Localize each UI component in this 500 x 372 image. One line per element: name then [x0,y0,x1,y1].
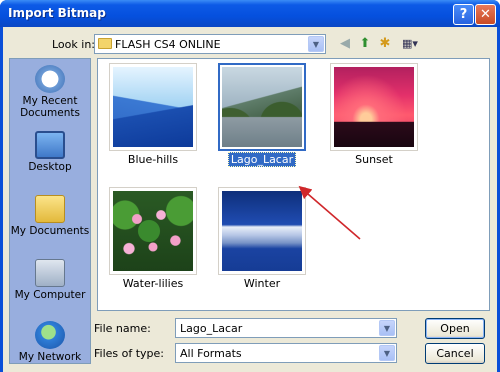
help-button[interactable]: ? [453,4,474,25]
views-menu-icon[interactable]: ▦▾ [399,36,421,52]
file-name-value: Lago_Lacar [180,322,243,335]
file-type-select[interactable]: All Formats ▼ [175,343,397,363]
chevron-down-icon[interactable]: ▼ [308,36,324,52]
place-my-documents[interactable]: My Documents [10,195,90,237]
chevron-down-icon[interactable]: ▼ [379,345,395,361]
recent-documents-icon [35,65,65,93]
my-computer-icon [35,259,65,287]
dialog-title: Import Bitmap [8,6,106,20]
place-label: My Documents [10,225,90,237]
look-in-label: Look in: [52,38,95,51]
my-documents-icon [35,195,65,223]
chevron-down-icon[interactable]: ▼ [379,320,395,336]
place-my-network[interactable]: My Network [10,321,90,363]
dialog-body: Look in: FLASH CS4 ONLINE ▼ ◀ ⬆ ✱ ▦▾ My … [3,27,497,372]
annotation-arrow [298,185,361,240]
place-my-recent-documents[interactable]: My Recent Documents [10,65,90,119]
place-my-computer[interactable]: My Computer [10,259,90,301]
file-type-label: Files of type: [94,347,165,360]
new-folder-icon[interactable]: ✱ [377,36,393,52]
close-button[interactable]: ✕ [475,4,496,25]
file-type-value: All Formats [180,347,242,360]
back-icon[interactable]: ◀ [337,36,353,52]
open-button[interactable]: Open [425,318,485,339]
look-in-dropdown[interactable]: FLASH CS4 ONLINE ▼ [94,34,326,54]
folder-icon [98,38,112,49]
title-bar: Import Bitmap ? ✕ [0,0,500,27]
file-name-input[interactable]: Lago_Lacar ▼ [175,318,397,338]
place-label: Desktop [28,161,72,173]
cancel-button[interactable]: Cancel [425,343,485,364]
file-list[interactable]: Blue-hills Lago_Lacar Sunset Water-lilie… [97,58,490,311]
place-label: My Computer [14,289,86,301]
file-name-label: File name: [94,322,151,335]
desktop-icon [35,131,65,159]
place-label: My Network [18,351,82,363]
my-network-icon [35,321,65,349]
places-bar: My Recent Documents Desktop My Documents… [9,58,91,364]
place-desktop[interactable]: Desktop [10,131,90,173]
place-label: My Recent Documents [20,95,80,119]
look-in-value: FLASH CS4 ONLINE [115,38,221,51]
up-folder-icon[interactable]: ⬆ [357,36,373,52]
import-bitmap-dialog: Import Bitmap ? ✕ Look in: FLASH CS4 ONL… [0,0,500,372]
